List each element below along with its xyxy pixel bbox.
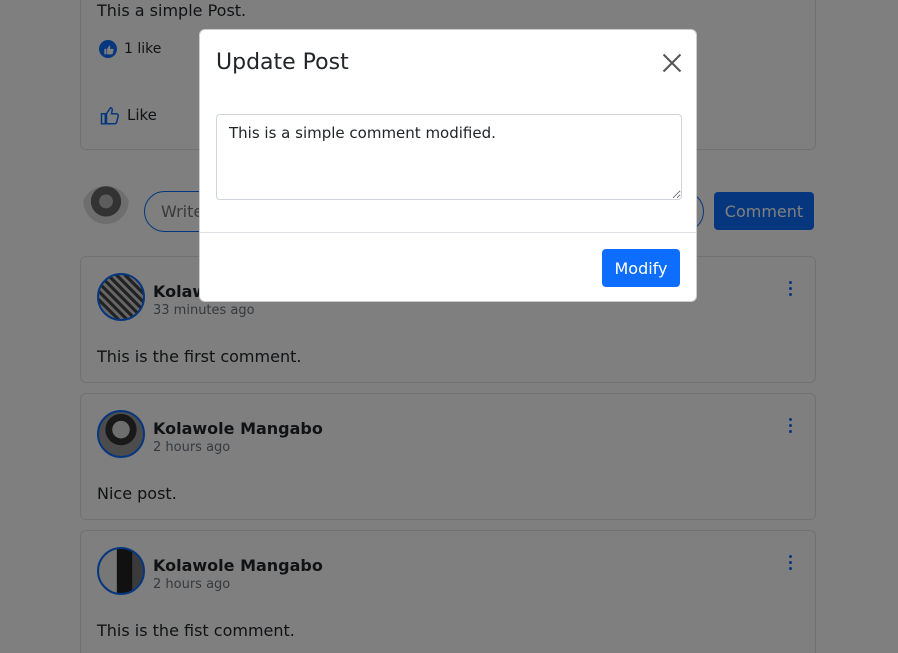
modify-button[interactable]: Modify (602, 249, 680, 287)
modal-title: Update Post (216, 50, 349, 75)
post-edit-textarea[interactable]: This is a simple comment modified. (216, 114, 682, 200)
modal-divider (200, 232, 696, 233)
close-icon[interactable] (662, 53, 682, 73)
update-post-modal: Update Post This is a simple comment mod… (199, 29, 697, 302)
